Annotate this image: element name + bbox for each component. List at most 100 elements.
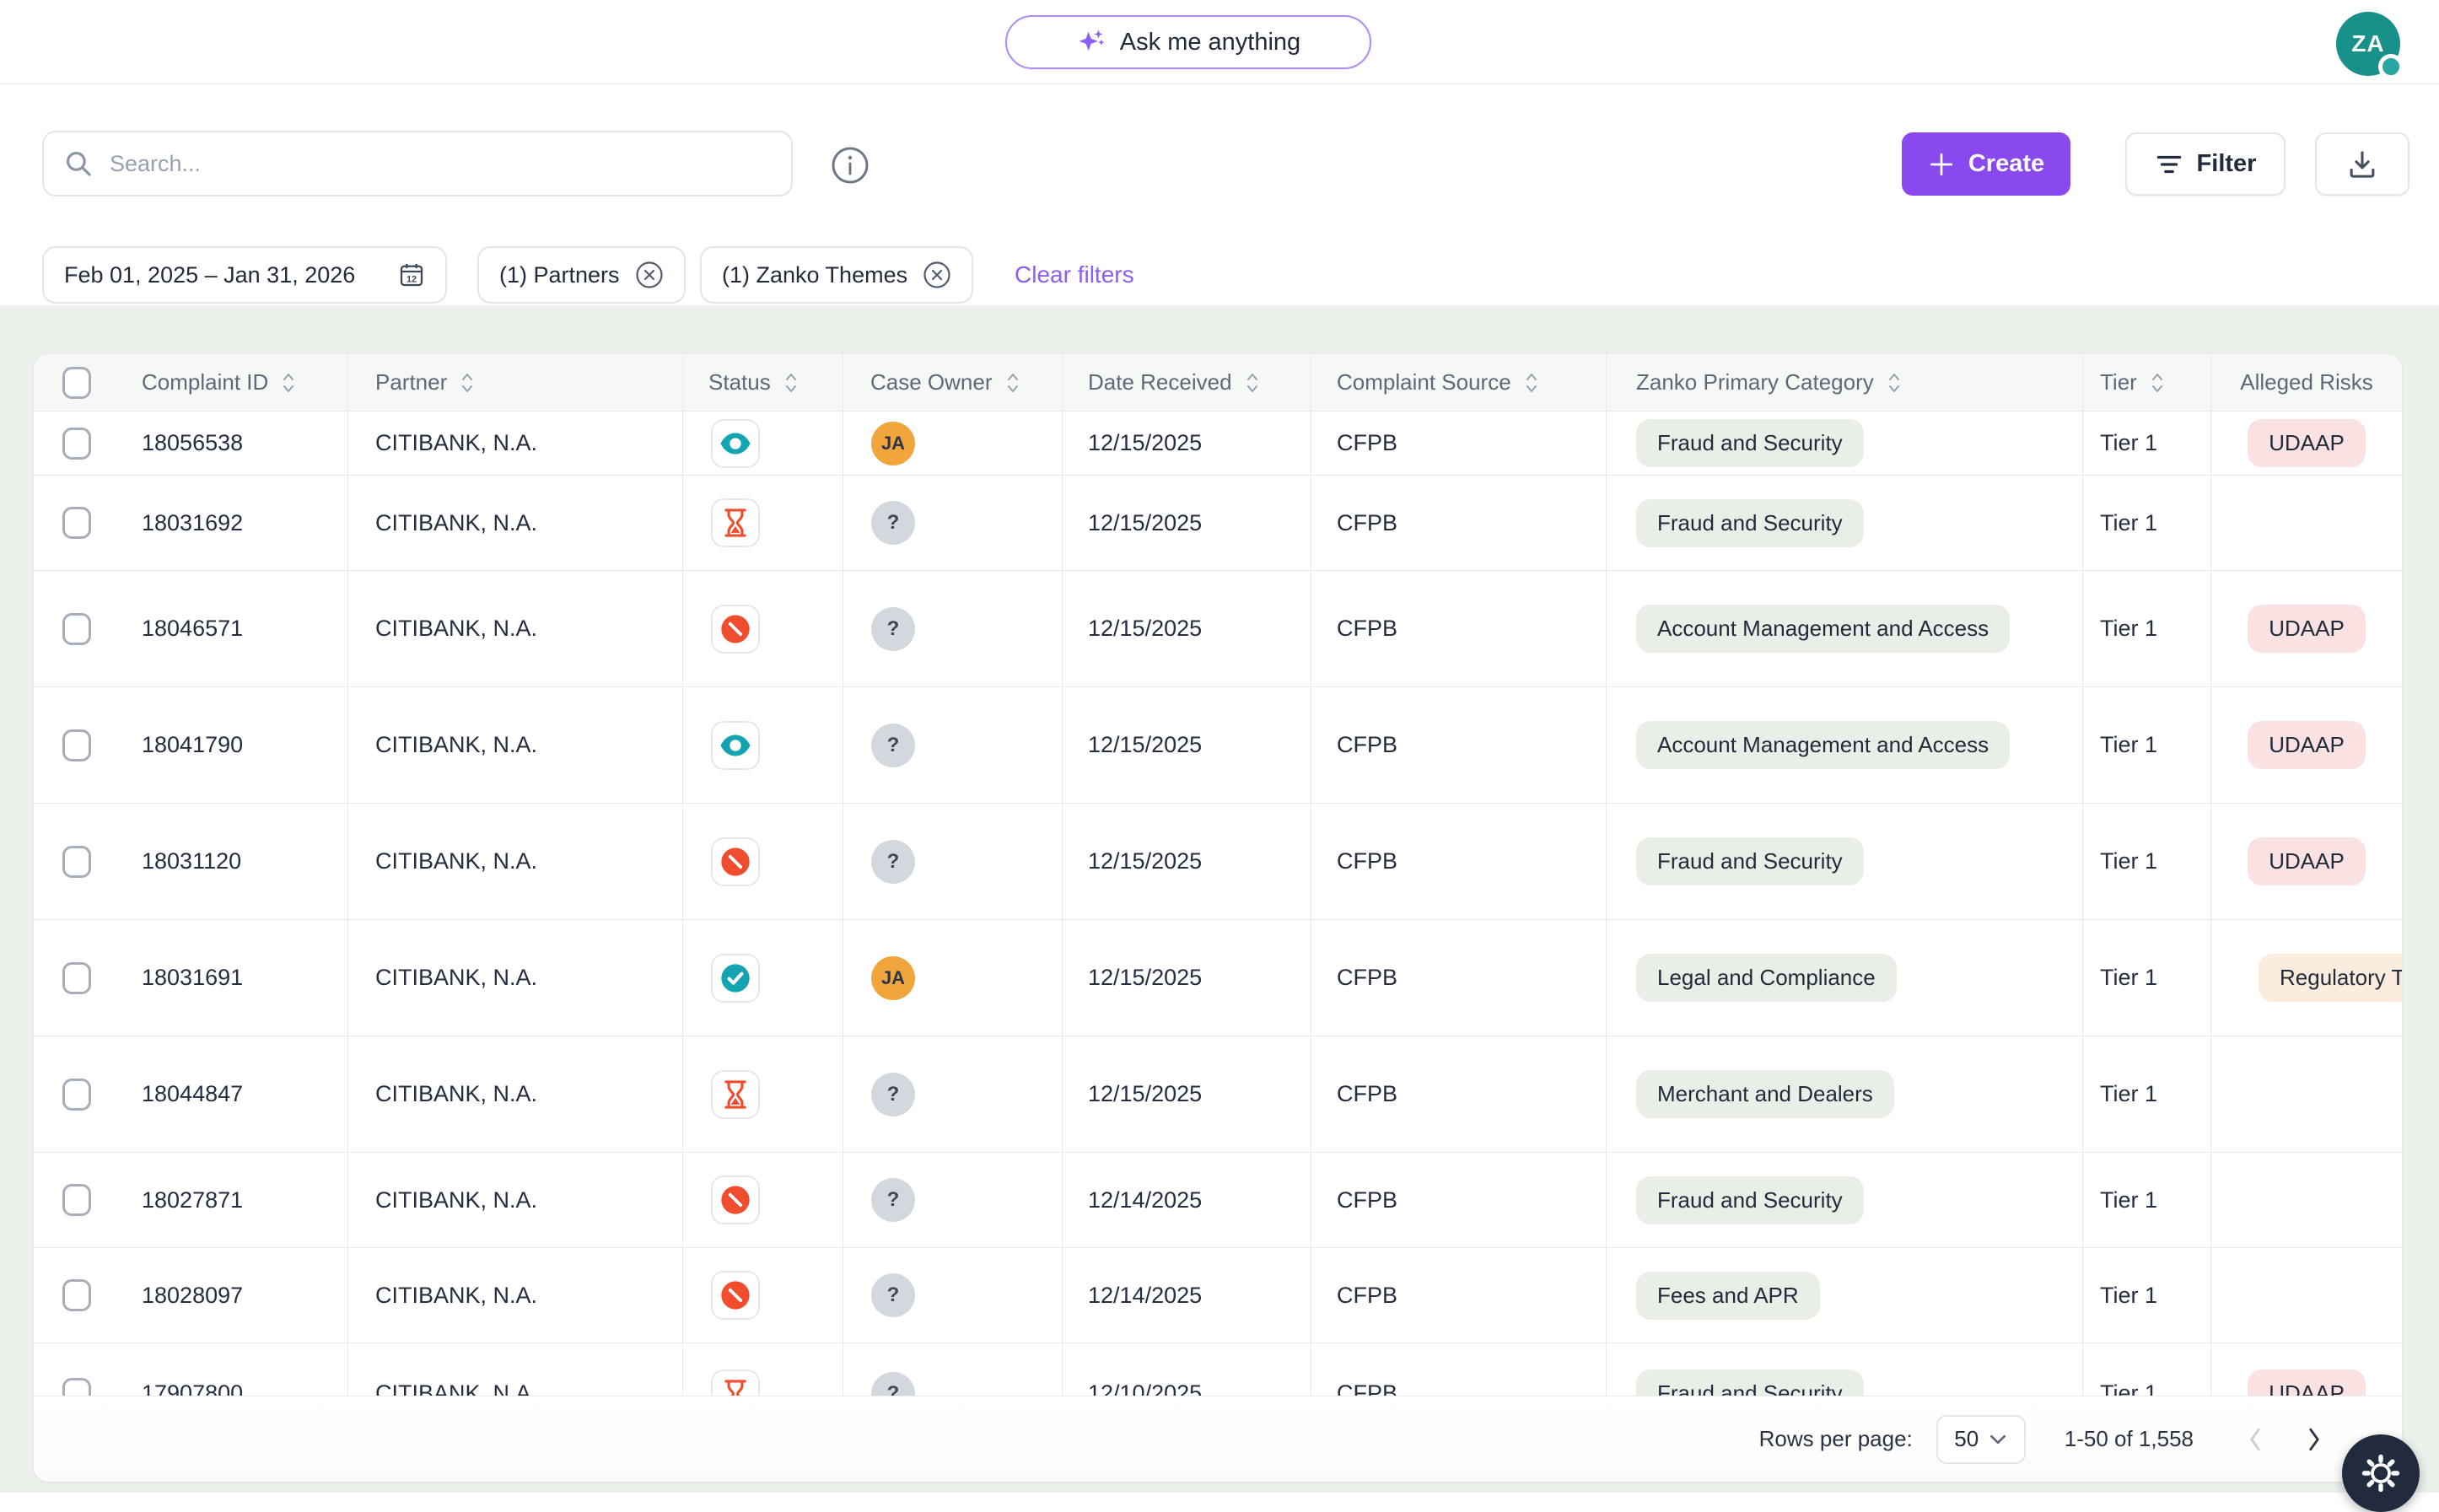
user-avatar[interactable]: ZA bbox=[2336, 12, 2400, 76]
case-owner-avatar[interactable]: JA bbox=[871, 956, 915, 1000]
row-checkbox[interactable] bbox=[62, 613, 91, 645]
remove-filter-icon[interactable] bbox=[635, 261, 664, 289]
row-checkbox[interactable] bbox=[62, 962, 91, 994]
complaints-table: Complaint ID Partner Status Case Owner D… bbox=[34, 354, 2402, 1482]
status-badge[interactable] bbox=[711, 605, 760, 654]
eye-status-icon bbox=[719, 427, 752, 460]
ask-me-anything-button[interactable]: Ask me anything bbox=[1005, 15, 1371, 69]
status-badge[interactable] bbox=[711, 1070, 760, 1119]
zanko-category-cell: Account Management and Access bbox=[1607, 687, 2083, 803]
header-case-owner[interactable]: Case Owner bbox=[843, 354, 1063, 411]
date-received-cell: 12/15/2025 bbox=[1063, 571, 1311, 686]
case-owner-avatar[interactable]: ? bbox=[871, 840, 915, 884]
rows-per-page-select[interactable]: 50 bbox=[1936, 1415, 2026, 1464]
table-row[interactable]: 18044847CITIBANK, N.A.?12/15/2025CFPBMer… bbox=[34, 1036, 2402, 1153]
case-owner-avatar[interactable]: ? bbox=[871, 1178, 915, 1222]
complaint-id-cell: 18041790 bbox=[127, 687, 348, 803]
status-cell bbox=[683, 1153, 843, 1247]
row-checkbox[interactable] bbox=[62, 729, 91, 761]
filter-button[interactable]: Filter bbox=[2125, 132, 2286, 196]
status-badge[interactable] bbox=[711, 837, 760, 886]
next-page-button[interactable] bbox=[2307, 1427, 2322, 1452]
header-partner[interactable]: Partner bbox=[348, 354, 683, 411]
category-pill: Fraud and Security bbox=[1636, 499, 1864, 547]
remove-filter-icon[interactable] bbox=[923, 261, 951, 289]
sort-icon[interactable] bbox=[2149, 371, 2166, 395]
header-status[interactable]: Status bbox=[683, 354, 843, 411]
table-row[interactable]: 18041790CITIBANK, N.A.?12/15/2025CFPBAcc… bbox=[34, 687, 2402, 804]
status-badge[interactable] bbox=[711, 721, 760, 770]
case-owner-avatar[interactable]: ? bbox=[871, 1073, 915, 1117]
table-row[interactable]: 18046571CITIBANK, N.A.?12/15/2025CFPBAcc… bbox=[34, 571, 2402, 687]
partners-filter-chip[interactable]: (1) Partners bbox=[477, 246, 686, 304]
date-received-cell: 12/15/2025 bbox=[1063, 412, 1311, 475]
clear-filters-link[interactable]: Clear filters bbox=[1015, 246, 1134, 304]
alleged-risks-cell bbox=[2211, 1248, 2402, 1343]
table-row[interactable]: 18031120CITIBANK, N.A.?12/15/2025CFPBFra… bbox=[34, 804, 2402, 920]
case-owner-avatar[interactable]: JA bbox=[871, 422, 915, 465]
alleged-risks-cell: Regulatory Th bbox=[2211, 920, 2402, 1036]
complaint-source-cell: CFPB bbox=[1311, 571, 1607, 686]
header-tier[interactable]: Tier bbox=[2083, 354, 2211, 411]
checkbox-cell bbox=[34, 1248, 127, 1343]
row-checkbox[interactable] bbox=[62, 846, 91, 878]
alleged-risk-pill: UDAAP bbox=[2248, 605, 2366, 653]
case-owner-avatar[interactable]: ? bbox=[871, 607, 915, 651]
partner-cell: CITIBANK, N.A. bbox=[348, 687, 683, 803]
checkbox-cell bbox=[34, 1036, 127, 1152]
case-owner-avatar[interactable]: ? bbox=[871, 501, 915, 545]
header-date-received[interactable]: Date Received bbox=[1063, 354, 1311, 411]
table-body: 18056538CITIBANK, N.A.JA12/15/2025CFPBFr… bbox=[34, 412, 2402, 1482]
header-complaint-source[interactable]: Complaint Source bbox=[1311, 354, 1607, 411]
sort-icon[interactable] bbox=[1004, 371, 1021, 395]
table-row[interactable]: 18031692CITIBANK, N.A.?12/15/2025CFPBFra… bbox=[34, 476, 2402, 571]
sort-icon[interactable] bbox=[783, 371, 800, 395]
sort-icon[interactable] bbox=[1523, 371, 1540, 395]
alleged-risks-cell bbox=[2211, 1036, 2402, 1152]
table-row[interactable]: 18031691CITIBANK, N.A.JA12/15/2025CFPBLe… bbox=[34, 920, 2402, 1036]
table-row[interactable]: 18027871CITIBANK, N.A.?12/14/2025CFPBFra… bbox=[34, 1153, 2402, 1248]
previous-page-button[interactable] bbox=[2248, 1427, 2263, 1452]
zanko-themes-filter-chip[interactable]: (1) Zanko Themes bbox=[700, 246, 973, 304]
alleged-risks-cell: UDAAP bbox=[2211, 412, 2402, 475]
case-owner-avatar[interactable]: ? bbox=[871, 724, 915, 767]
case-owner-cell: ? bbox=[843, 1153, 1063, 1247]
create-button[interactable]: Create bbox=[1902, 132, 2070, 196]
search-input[interactable] bbox=[110, 151, 771, 177]
settings-fab[interactable] bbox=[2342, 1434, 2420, 1512]
partner-cell: CITIBANK, N.A. bbox=[348, 1036, 683, 1152]
rows-per-page-label: Rows per page: bbox=[1759, 1426, 1913, 1452]
table-row[interactable]: 18056538CITIBANK, N.A.JA12/15/2025CFPBFr… bbox=[34, 412, 2402, 476]
status-badge[interactable] bbox=[711, 1176, 760, 1224]
case-owner-avatar[interactable]: ? bbox=[871, 1273, 915, 1317]
complaint-id-cell: 18031692 bbox=[127, 476, 348, 570]
row-checkbox[interactable] bbox=[62, 507, 91, 539]
date-range-chip[interactable]: Feb 01, 2025 – Jan 31, 2026 12 bbox=[42, 246, 447, 304]
row-checkbox[interactable] bbox=[62, 1079, 91, 1111]
table-row[interactable]: 18028097CITIBANK, N.A.?12/14/2025CFPBFee… bbox=[34, 1248, 2402, 1343]
sort-icon[interactable] bbox=[1244, 371, 1261, 395]
status-badge[interactable] bbox=[711, 1271, 760, 1320]
row-checkbox[interactable] bbox=[62, 1184, 91, 1216]
header-alleged-risks[interactable]: Alleged Risks bbox=[2211, 354, 2402, 411]
status-badge[interactable] bbox=[711, 419, 760, 468]
search-icon bbox=[64, 149, 93, 178]
tier-cell: Tier 1 bbox=[2083, 804, 2211, 919]
header-zanko-primary-category[interactable]: Zanko Primary Category bbox=[1607, 354, 2083, 411]
info-button[interactable] bbox=[831, 146, 870, 185]
complaint-source-cell: CFPB bbox=[1311, 412, 1607, 475]
status-badge[interactable] bbox=[711, 954, 760, 1003]
header-complaint-id[interactable]: Complaint ID bbox=[127, 354, 348, 411]
select-all-checkbox[interactable] bbox=[62, 367, 91, 399]
sort-icon[interactable] bbox=[280, 371, 297, 395]
complaint-id-cell: 18027871 bbox=[127, 1153, 348, 1247]
sort-icon[interactable] bbox=[459, 371, 476, 395]
download-button[interactable] bbox=[2315, 132, 2409, 196]
row-checkbox[interactable] bbox=[62, 428, 91, 460]
sort-icon[interactable] bbox=[1886, 371, 1903, 395]
status-badge[interactable] bbox=[711, 498, 760, 547]
row-checkbox[interactable] bbox=[62, 1279, 91, 1311]
search-box[interactable] bbox=[42, 131, 793, 196]
checkbox-cell bbox=[34, 1153, 127, 1247]
alleged-risks-cell bbox=[2211, 1153, 2402, 1247]
